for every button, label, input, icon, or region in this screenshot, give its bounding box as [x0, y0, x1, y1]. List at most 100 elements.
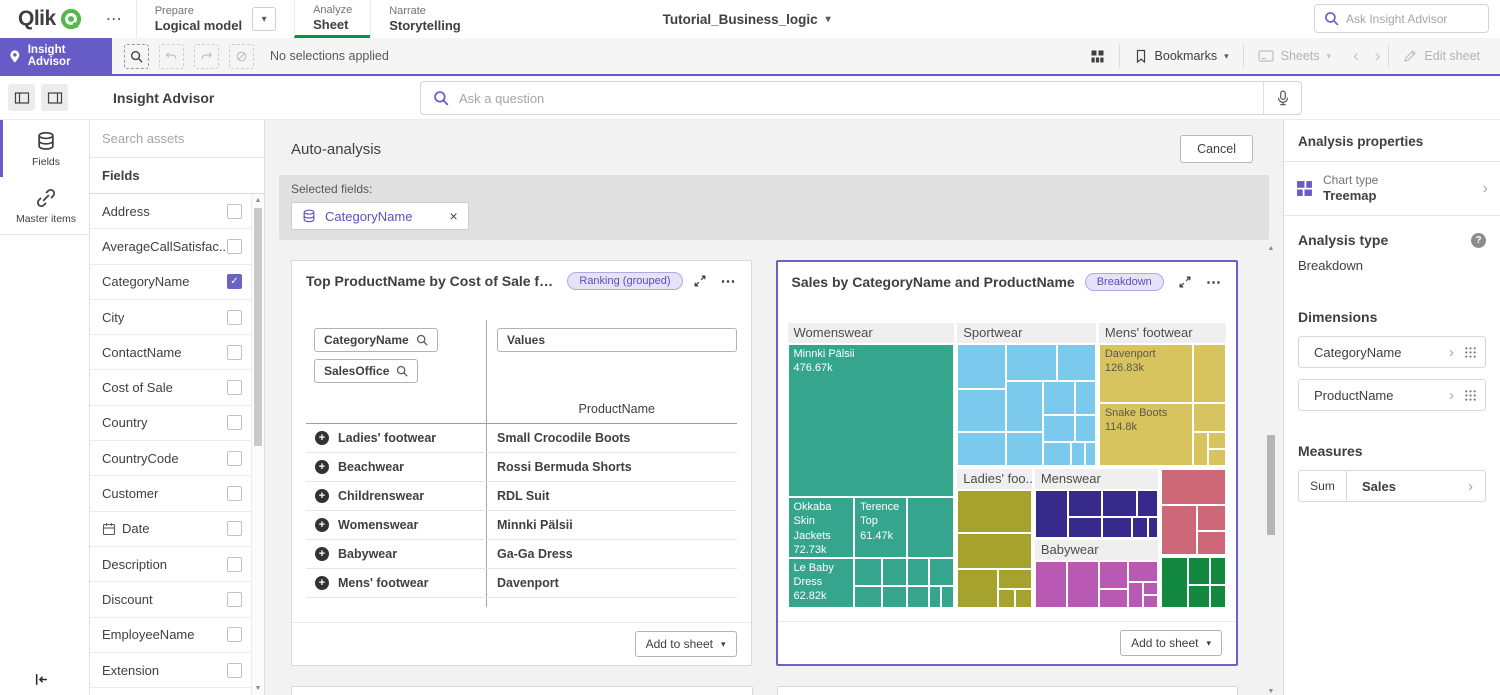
field-row-contactname[interactable]: ContactName✓: [90, 335, 264, 370]
treemap-cell[interactable]: [1043, 415, 1075, 442]
table-row[interactable]: +Womenswear Minnki Pälsii: [306, 511, 737, 540]
app-title-menu[interactable]: Tutorial_Business_logic ▾: [663, 0, 831, 38]
treemap-cell[interactable]: [1208, 449, 1226, 466]
treemap-cell[interactable]: [957, 569, 998, 608]
main-scrollbar[interactable]: ▲ ▼: [1264, 245, 1278, 695]
previous-sheet-button[interactable]: ‹: [1345, 46, 1367, 66]
voice-input-button[interactable]: [1263, 82, 1301, 114]
treemap-cell[interactable]: [998, 569, 1032, 589]
treemap-cell[interactable]: [1068, 490, 1102, 516]
treemap-cell[interactable]: [929, 586, 941, 608]
treemap-cell[interactable]: [929, 558, 954, 586]
undo-selection-button[interactable]: [159, 44, 184, 69]
treemap-cell[interactable]: [1188, 557, 1210, 585]
treemap-cell[interactable]: [1099, 561, 1128, 589]
clear-selections-button[interactable]: [229, 44, 254, 69]
treemap-cell[interactable]: [1148, 517, 1158, 539]
field-row-description[interactable]: Description✓: [90, 547, 264, 582]
expand-row-icon[interactable]: +: [315, 460, 329, 474]
table-row[interactable]: +Mens' footwear Davenport: [306, 569, 737, 598]
field-checkbox[interactable]: ✓: [227, 627, 242, 642]
treemap-cell[interactable]: [1143, 595, 1158, 608]
treemap-cell[interactable]: [854, 558, 882, 586]
treemap-cell[interactable]: [957, 533, 1032, 570]
nav-analyze[interactable]: Analyze Sheet: [294, 0, 370, 38]
expand-icon[interactable]: [693, 274, 707, 288]
table-row[interactable]: +Babywear Ga-Ga Dress: [306, 540, 737, 569]
scroll-down-icon[interactable]: ▼: [252, 685, 264, 692]
treemap-cell[interactable]: [1043, 442, 1071, 466]
toggle-left-panel-button[interactable]: [8, 84, 35, 111]
treemap-cell[interactable]: [1197, 505, 1226, 531]
treemap-cell[interactable]: [1143, 582, 1158, 595]
toggle-right-panel-button[interactable]: [41, 84, 68, 111]
treemap-cell[interactable]: [1128, 561, 1157, 582]
drag-handle-icon[interactable]: [1464, 389, 1477, 402]
remove-field-icon[interactable]: ×: [449, 208, 457, 224]
chart-card-ranking[interactable]: Top ProductName by Cost of Sale for Cate…: [291, 260, 752, 666]
treemap-cell[interactable]: [1068, 517, 1102, 539]
field-checkbox[interactable]: ✓: [227, 415, 242, 430]
treemap-cell[interactable]: [1193, 432, 1208, 466]
rail-tab-master-items[interactable]: Master items: [0, 177, 89, 234]
redo-selection-button[interactable]: [194, 44, 219, 69]
treemap-cell[interactable]: Okkaba Skin Jackets72.73k: [788, 497, 855, 558]
treemap-group-header[interactable]: Menswear: [1035, 469, 1158, 489]
treemap-group-header[interactable]: Mens' footwear: [1099, 323, 1226, 343]
sheet-grid-button[interactable]: [1076, 38, 1119, 74]
selected-field-chip-categoryname[interactable]: CategoryName ×: [291, 202, 469, 230]
treemap-cell[interactable]: [1161, 557, 1188, 608]
treemap-cell[interactable]: [1188, 585, 1210, 608]
treemap-cell[interactable]: [1161, 505, 1197, 555]
treemap-cell[interactable]: [957, 490, 1032, 532]
field-checkbox[interactable]: ✓: [227, 521, 242, 536]
edit-sheet-button[interactable]: Edit sheet: [1389, 38, 1500, 74]
expand-row-icon[interactable]: +: [315, 547, 329, 561]
field-checkbox[interactable]: ✓: [227, 451, 242, 466]
treemap-group-header[interactable]: Womenswear: [788, 323, 955, 343]
measure-item-sales[interactable]: Sum Sales ›: [1298, 470, 1486, 502]
treemap-cell[interactable]: Snake Boots114.8k: [1099, 403, 1193, 467]
treemap-cell[interactable]: [1210, 585, 1226, 608]
treemap-cell[interactable]: Minnki Pälsii476.67k: [788, 344, 955, 497]
treemap-cell[interactable]: [1071, 442, 1085, 466]
treemap-cell[interactable]: [1006, 344, 1057, 381]
field-row-customer[interactable]: Customer✓: [90, 476, 264, 511]
expand-row-icon[interactable]: +: [315, 431, 329, 445]
table-row[interactable]: +Ladies' footwear Small Crocodile Boots: [306, 424, 737, 453]
field-checkbox[interactable]: ✓: [227, 274, 242, 289]
chart-type-row[interactable]: Chart type Treemap ›: [1284, 162, 1500, 216]
field-checkbox[interactable]: ✓: [227, 380, 242, 395]
collapse-panel-button[interactable]: [34, 672, 49, 687]
drag-handle-icon[interactable]: [1464, 346, 1477, 359]
scroll-down-icon[interactable]: ▼: [1264, 688, 1278, 695]
smart-search-button[interactable]: [124, 44, 149, 69]
aggregation-label[interactable]: Sum: [1299, 471, 1347, 501]
treemap-cell[interactable]: [907, 497, 954, 558]
scrollbar-thumb[interactable]: [1267, 435, 1275, 535]
sheets-button[interactable]: Sheets ▾: [1244, 38, 1345, 74]
treemap-cell[interactable]: [941, 586, 954, 608]
ask-a-question-input[interactable]: [459, 91, 1263, 106]
treemap-group-header[interactable]: Babywear: [1035, 540, 1158, 560]
treemap-cell[interactable]: [1102, 517, 1131, 539]
nav-prepare[interactable]: Prepare Logical model ▾: [136, 0, 294, 38]
field-row-employeename[interactable]: EmployeeName✓: [90, 618, 264, 653]
cancel-button[interactable]: Cancel: [1180, 135, 1253, 163]
treemap-cell[interactable]: Le Baby Dress62.82k: [788, 558, 855, 608]
treemap-cell[interactable]: [1067, 561, 1099, 608]
field-checkbox[interactable]: ✓: [227, 486, 242, 501]
treemap-cell[interactable]: [1197, 531, 1226, 555]
ask-insight-advisor-search[interactable]: [1314, 4, 1489, 33]
card-menu-icon[interactable]: ⋯: [721, 272, 737, 290]
field-row-extension[interactable]: Extension✓: [90, 653, 264, 688]
field-checkbox[interactable]: ✓: [227, 663, 242, 678]
ask-a-question-search[interactable]: [420, 81, 1302, 115]
prepare-dropdown-button[interactable]: ▾: [252, 7, 276, 31]
field-checkbox[interactable]: ✓: [227, 592, 242, 607]
treemap-cell[interactable]: [1075, 415, 1096, 442]
treemap-cell[interactable]: Terence Top61.47k: [854, 497, 907, 558]
dimension-chip-categoryname[interactable]: CategoryName: [314, 328, 438, 352]
treemap-cell[interactable]: [1137, 490, 1158, 516]
field-row-categoryname[interactable]: CategoryName✓: [90, 265, 264, 300]
